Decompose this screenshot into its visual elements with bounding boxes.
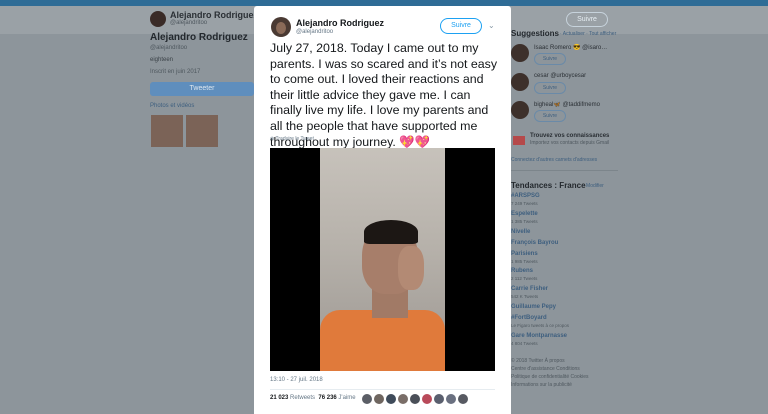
tweet-timestamp[interactable]: 13:10 - 27 juil. 2018	[270, 377, 323, 383]
avatar[interactable]	[150, 11, 166, 27]
trends-title: Tendances : France	[511, 181, 586, 190]
trend-item[interactable]: Nivelle	[511, 229, 530, 235]
trend-item[interactable]: Gare Montparnasse	[511, 333, 567, 339]
tweet-modal: Alejandro Rodriguez @alejandritoo Suivre…	[254, 6, 511, 414]
trend-count: 1 985 Tweets	[511, 259, 538, 264]
avatar[interactable]	[511, 44, 529, 62]
divider	[508, 170, 618, 171]
video-subject-shirt	[320, 310, 445, 371]
avatar[interactable]	[410, 394, 420, 404]
trend-item[interactable]: #FortBoyard	[511, 315, 547, 321]
author-handle[interactable]: @alejandritoo	[296, 29, 333, 35]
avatar[interactable]	[271, 17, 291, 37]
tweet-text: July 27, 2018. Today I came out to my pa…	[270, 41, 500, 150]
avatar[interactable]	[362, 394, 372, 404]
profile-handle[interactable]: @alejandritoo	[150, 45, 187, 51]
avatar[interactable]	[511, 101, 529, 119]
video-subject-hand	[398, 246, 424, 290]
footer-line[interactable]: Centre d'assistance Conditions	[511, 366, 580, 372]
suggestions-title: Suggestions	[511, 29, 560, 38]
trend-count: Le Figaro tweets à ce propos	[511, 323, 570, 328]
suggestion-name[interactable]: Isaac Romero 😎 @isaro…	[534, 44, 607, 51]
chevron-down-icon[interactable]: ⌄	[488, 21, 495, 30]
hearts-emoji: 💖💖	[399, 134, 431, 149]
trend-item[interactable]: Carrie Fisher	[511, 286, 548, 292]
trend-item[interactable]: Parisiens	[511, 251, 538, 257]
avatar[interactable]	[434, 394, 444, 404]
footer-line[interactable]: Informations sur la publicité	[511, 382, 572, 388]
profile-header-name: Alejandro Rodriguez	[170, 10, 259, 20]
suggestion-follow-button[interactable]: Suivre	[534, 53, 566, 65]
trend-count: 1 385 Tweets	[511, 219, 538, 224]
avatar[interactable]	[458, 394, 468, 404]
suggestion-follow-button[interactable]: Suivre	[534, 110, 566, 122]
avatar[interactable]	[422, 394, 432, 404]
trend-item[interactable]: #ARSPSG	[511, 193, 540, 199]
header-follow-button[interactable]: Suivre	[566, 12, 608, 27]
translate-link[interactable]: ⊕ Traduire le Tweet	[270, 136, 314, 142]
suggestion-follow-button[interactable]: Suivre	[534, 82, 566, 94]
like-count[interactable]: 76 236	[318, 395, 336, 401]
photo-thumbnail[interactable]	[185, 114, 219, 148]
gmail-import-title[interactable]: Trouvez vos connaissances	[530, 133, 609, 139]
avatar[interactable]	[386, 394, 396, 404]
trend-count: 4 804 Tweets	[511, 341, 538, 346]
trends-change-link[interactable]: · Modifier	[583, 183, 604, 189]
trend-item[interactable]: Espelette	[511, 211, 538, 217]
avatar[interactable]	[398, 394, 408, 404]
photo-thumbnail[interactable]	[150, 114, 184, 148]
trend-count: 7 249 Tweets	[511, 201, 538, 206]
trend-item[interactable]: Rubens	[511, 268, 533, 274]
like-label[interactable]: J'aime	[338, 395, 355, 401]
gmail-import-subtitle: Importez vos contacts depuis Gmail	[530, 140, 610, 146]
profile-name: Alejandro Rodriguez	[150, 32, 248, 43]
trend-item[interactable]: Guillaume Pepy	[511, 304, 556, 310]
video-subject-hair	[364, 220, 418, 244]
suggestions-links[interactable]: · Actualiser · Tout afficher	[560, 31, 616, 37]
author-name[interactable]: Alejandro Rodriguez	[296, 18, 384, 28]
divider	[270, 389, 495, 390]
translate-label: Traduire le Tweet	[275, 136, 314, 142]
suggestion-name[interactable]: cesar @urboycesar	[534, 73, 586, 79]
profile-bio: eighteen	[150, 57, 174, 63]
photos-videos-link[interactable]: Photos et vidéos	[150, 103, 194, 109]
profile-joined-date: Inscrit en juin 2017	[150, 69, 201, 75]
trend-count: 542 K Tweets	[511, 294, 539, 299]
retweet-label[interactable]: Retweets	[290, 395, 315, 401]
tweet-video[interactable]	[270, 148, 495, 371]
connect-address-books-link[interactable]: Connectez d'autres carnets d'adresses	[511, 157, 597, 163]
trend-count: 2 112 Tweets	[511, 276, 538, 281]
suggestion-name[interactable]: bigheal🦋 @taddifmemo	[534, 101, 600, 108]
footer-line[interactable]: © 2018 Twitter À propos	[511, 358, 565, 364]
avatar[interactable]	[374, 394, 384, 404]
retweet-count[interactable]: 21 023	[270, 395, 288, 401]
gmail-icon	[513, 136, 525, 145]
avatar[interactable]	[446, 394, 456, 404]
trend-item[interactable]: François Bayrou	[511, 240, 558, 246]
follow-button[interactable]: Suivre	[440, 18, 482, 34]
footer-line[interactable]: Politique de confidentialité Cookies	[511, 374, 589, 380]
tweet-stats: 21 023 Retweets 76 236 J'aime	[270, 395, 356, 401]
avatar[interactable]	[511, 73, 529, 91]
profile-header-handle: @alejandritoo	[170, 20, 208, 26]
tweet-body: July 27, 2018. Today I came out to my pa…	[270, 41, 498, 149]
tweet-to-button[interactable]: Tweeter	[150, 82, 254, 96]
